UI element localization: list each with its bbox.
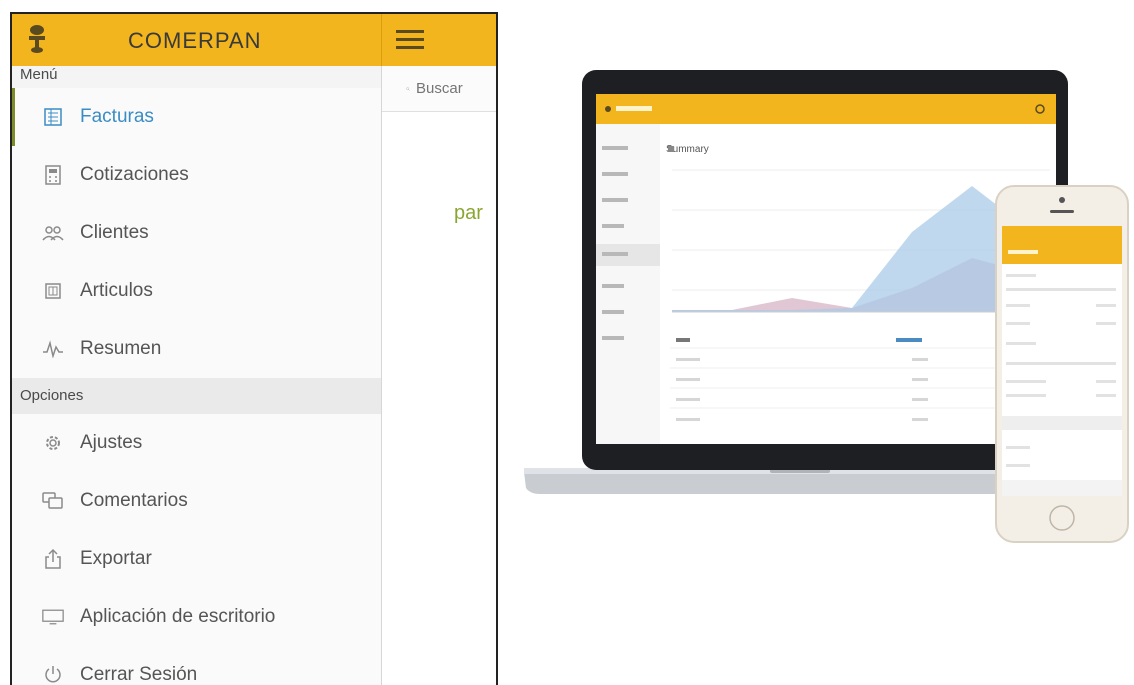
brand-name: COMERPAN [128,28,262,53]
search-icon [406,86,410,91]
device-mockup-illustration: Summary [524,70,1129,543]
phone-screen [1002,226,1122,496]
sidebar-item-label: Comentarios [80,490,188,511]
options-section-header: Opciones [12,378,381,414]
pulse-icon [42,338,64,360]
sidebar-item-resumen[interactable]: Resumen [12,320,381,378]
invoice-icon [42,106,64,128]
main-content: par [382,66,496,685]
sidebar-item-label: Aplicación de escritorio [80,606,276,627]
monitor-icon [42,606,64,628]
sidebar-item-label: Clientes [80,222,149,243]
device-mockup-image: Summary [520,60,1134,550]
top-bar: COMERPAN [12,14,496,66]
sidebar-item-facturas[interactable]: Facturas [12,88,381,146]
laptop-base [524,472,1078,494]
sidebar-item-exportar[interactable]: Exportar [12,530,381,588]
export-icon [42,548,64,570]
sidebar-item-label: Facturas [80,106,154,127]
sidebar-item-ajustes[interactable]: Ajustes [12,414,381,472]
calculator-icon [42,164,64,186]
logo-icon [29,25,45,53]
users-icon [42,222,64,244]
gear-icon [42,432,64,454]
teaser-text: par [454,202,483,224]
hamburger-menu-icon[interactable] [396,30,424,50]
sidebar: Menú Facturas Cotizaciones Clientes Arti… [12,66,382,685]
sidebar-item-label: Ajustes [80,432,143,453]
sidebar-item-label: Articulos [80,280,153,301]
sidebar-item-label: Resumen [80,338,162,359]
sidebar-item-cerrar-sesion[interactable]: Cerrar Sesión [12,646,381,685]
logout-icon [42,664,64,685]
sidebar-item-label: Exportar [80,548,152,569]
sidebar-item-cotizaciones[interactable]: Cotizaciones [12,146,381,204]
comments-icon [42,490,64,512]
app-window: COMERPAN Menú Facturas Cotizaciones Clie… [10,12,498,685]
box-icon [42,280,64,302]
sidebar-item-clientes[interactable]: Clientes [12,204,381,262]
sidebar-item-label: Cotizaciones [80,164,189,185]
menu-section-header: Menú [12,66,381,88]
brand-area: COMERPAN [12,14,382,66]
sidebar-item-articulos[interactable]: Articulos [12,262,381,320]
search-bar [382,66,496,112]
sidebar-item-comentarios[interactable]: Comentarios [12,472,381,530]
search-input[interactable] [416,80,496,97]
sidebar-item-label: Cerrar Sesión [80,664,198,685]
sidebar-item-aplicacion-escritorio[interactable]: Aplicación de escritorio [12,588,381,646]
